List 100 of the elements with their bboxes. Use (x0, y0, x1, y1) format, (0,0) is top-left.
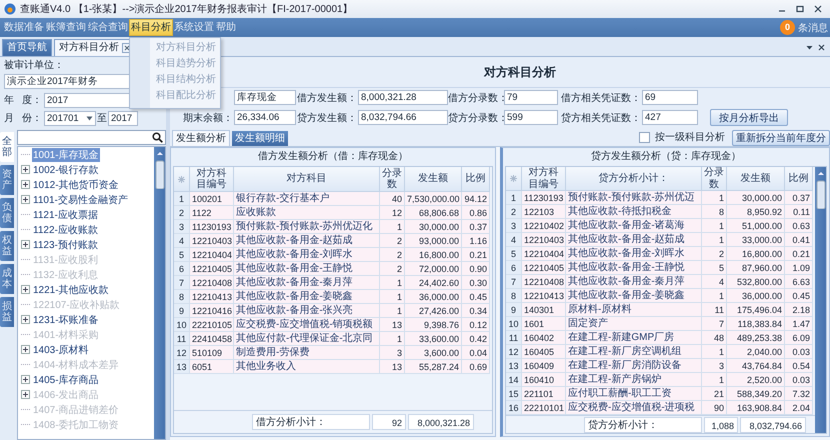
category-tab[interactable]: 资产 (0, 165, 14, 195)
tree-item[interactable]: 1221-其他应收款 (32, 282, 110, 296)
column-header[interactable]: 比例 (462, 167, 490, 192)
table-cell: 0.90 (462, 262, 490, 276)
subtotal-label: 贷方分析小计： (584, 416, 702, 432)
column-header[interactable]: 发生额 (405, 167, 462, 192)
text-field[interactable]: 8,032,794.66 (358, 110, 448, 125)
column-header[interactable]: 分录数 (380, 167, 405, 192)
tree-item[interactable]: 1231-坏账准备 (32, 312, 100, 326)
table-cell: 122103 (522, 205, 566, 219)
tree-item[interactable]: 1405-库存商品 (32, 372, 100, 386)
table-cell: 9,398.76 (405, 318, 462, 332)
category-tab[interactable]: 权益 (0, 231, 14, 261)
tree-item[interactable]: 1012-其他货币资金 (32, 178, 120, 192)
menu-item[interactable]: 帮助 (215, 19, 237, 36)
table-cell: 7 (702, 317, 727, 331)
table-cell: 其他应收款-备用金-姜晓鑫 (234, 290, 380, 304)
row-number: 6 (174, 262, 190, 276)
row-number: 12 (174, 346, 190, 360)
column-header[interactable]: 对方科目 (234, 167, 380, 192)
table-cell: 银行存款-交行基本户 (234, 192, 380, 206)
table-cell: 1 (702, 345, 727, 359)
app-logo-icon (4, 3, 16, 15)
category-tab[interactable]: 全部 (0, 132, 14, 162)
text-field[interactable]: 2017 (108, 110, 138, 126)
text-field[interactable]: 演示企业2017年财务 (4, 74, 130, 89)
column-header[interactable]: 发生额 (727, 167, 785, 191)
row-number: 2 (174, 206, 190, 220)
tree-item[interactable]: 1122-应收账款 (32, 222, 99, 236)
field-label: 借方分录数： (448, 92, 504, 104)
text-field[interactable]: 79 (504, 90, 558, 105)
menu-item[interactable]: 账簿查询 (45, 19, 87, 36)
column-header[interactable]: 贷方分析小计： (566, 167, 702, 191)
row-number: 3 (506, 219, 522, 233)
tab[interactable]: 发生额分析 (172, 130, 230, 146)
checkbox[interactable] (639, 132, 650, 143)
row-number: 8 (506, 289, 522, 303)
export-button[interactable]: 按月分析导出 (710, 109, 788, 126)
row-number: 13 (174, 360, 190, 374)
table-cell: 87,960.00 (727, 261, 785, 275)
table-cell: 其他应收款-备用金-王静悦 (566, 261, 702, 275)
field-label: 年 (4, 94, 15, 107)
column-header[interactable]: 分录数 (702, 167, 727, 191)
table-cell: 68,806.68 (405, 206, 462, 220)
category-tab[interactable]: 成本 (0, 264, 14, 294)
tree-item[interactable]: 1101-交易性金融资产 (32, 192, 129, 206)
text-field[interactable]: 69 (642, 90, 698, 105)
table-cell: 其他应收款-备用金-诸葛海 (566, 219, 702, 233)
text-field[interactable]: 599 (504, 110, 558, 125)
table-cell: 其他应收款-备用金-姜晓鑫 (566, 289, 702, 303)
search-field[interactable] (17, 130, 166, 145)
table-cell: 2 (380, 262, 405, 276)
row-number: 4 (174, 234, 190, 248)
menu-item[interactable]: 系统设置 (173, 19, 215, 36)
table-title: 贷方发生额分析（贷：库存现金） (590, 150, 742, 164)
tab[interactable]: 发生额明细 (232, 131, 288, 146)
text-field[interactable]: 427 (642, 110, 698, 125)
menu-item[interactable]: 数据准备 (3, 19, 45, 36)
table-cell: 94.12 (462, 192, 490, 206)
tree-item[interactable]: 1121-应收票据 (32, 208, 99, 222)
table-cell: 1 (380, 304, 405, 318)
menu-item[interactable]: 综合查询 (87, 19, 129, 36)
text-field[interactable]: 8,000,321.28 (358, 90, 448, 105)
tree-item[interactable]: 1123-预付账款 (32, 238, 99, 252)
resplit-button[interactable]: 重新拆分当前年度分 (732, 130, 830, 146)
row-number: 4 (506, 233, 522, 247)
text-field[interactable]: 26,334.06 (234, 110, 296, 125)
table-cell: 16,800.00 (727, 247, 785, 261)
tree-item[interactable]: 1002-银行存款 (32, 162, 100, 176)
search-icon (152, 132, 163, 143)
table-cell: 12210405 (522, 261, 566, 275)
category-tab[interactable]: 损益 (0, 297, 14, 327)
table-cell: 1 (380, 220, 405, 234)
caret-icon (86, 116, 93, 120)
category-tab[interactable]: 负债 (0, 198, 14, 228)
table-cell: 51,000.00 (727, 219, 785, 233)
document-tab[interactable]: 首页导航 (2, 39, 52, 56)
column-header[interactable]: 对方科目编号 (190, 167, 234, 192)
table-cell: 6.63 (785, 275, 813, 289)
row-number: 9 (506, 303, 522, 317)
scrollbar[interactable] (154, 147, 165, 439)
table-cell: 0.34 (462, 304, 490, 318)
tree-item[interactable]: 1403-原材料 (32, 342, 90, 356)
combo-box[interactable]: 201701 (44, 110, 96, 126)
table-cell: 33,000.00 (727, 233, 785, 247)
column-header[interactable]: 比例 (785, 167, 813, 191)
column-header[interactable]: 对方科目编号 (522, 167, 566, 191)
messages-link[interactable]: 条消息 (798, 20, 828, 34)
subtotal-amount: 8,032,794.66 (740, 416, 806, 432)
field-label: 贷方发生额： (296, 112, 358, 124)
row-number: 7 (506, 275, 522, 289)
message-count-badge: 0 (780, 20, 795, 35)
scrollbar[interactable] (815, 167, 826, 433)
menu-item[interactable]: 科目分析 (129, 19, 173, 36)
row-number: 13 (506, 359, 522, 373)
text-field[interactable]: 库存现金 (234, 90, 296, 105)
table-cell: 0.42 (462, 332, 490, 346)
table-cell: 22210105 (190, 318, 234, 332)
table-cell: 3,600.00 (405, 346, 462, 360)
table-cell: 0.30 (462, 276, 490, 290)
